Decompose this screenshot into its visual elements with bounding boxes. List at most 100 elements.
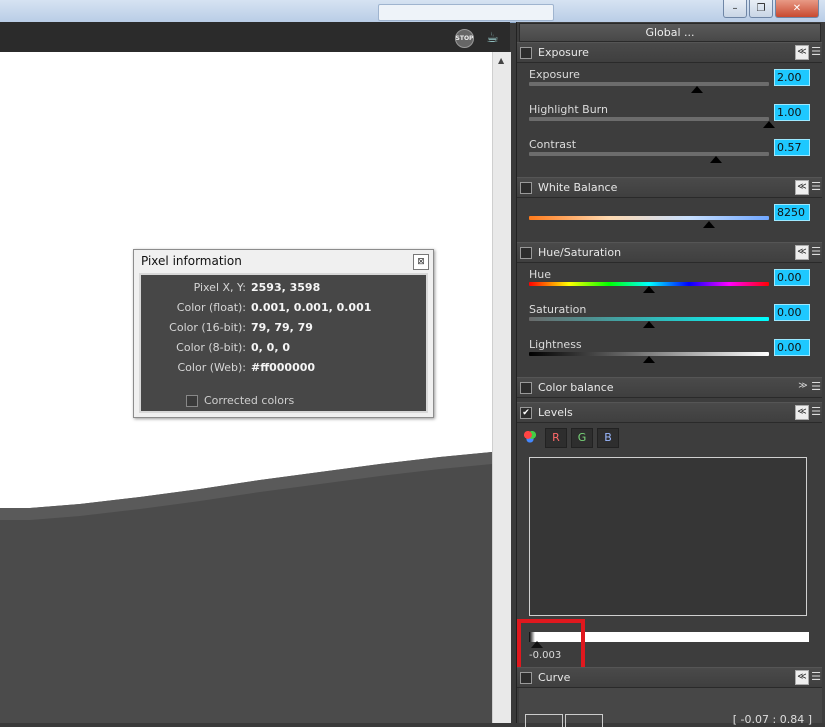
menu-icon[interactable]: ☰ — [810, 245, 822, 258]
hue-label: Hue — [529, 268, 552, 281]
scroll-up-icon[interactable]: ▲ — [498, 56, 504, 65]
pixel-label: Color (Web): — [177, 361, 247, 374]
highlight-annotation — [517, 619, 585, 674]
slider-thumb[interactable] — [691, 86, 703, 93]
hue-value-field[interactable]: 0.00 — [774, 269, 810, 286]
pixel-row: Color (Web): #ff000000 — [141, 361, 426, 377]
collapse-icon[interactable]: ≪ — [795, 670, 809, 685]
contrast-slider[interactable] — [529, 152, 769, 156]
slider-thumb[interactable] — [710, 156, 723, 163]
pixel-value: 0, 0, 0 — [251, 341, 290, 354]
section-checkbox[interactable] — [520, 247, 532, 259]
pixel-value: 0.001, 0.001, 0.001 — [251, 301, 372, 314]
collapse-icon[interactable]: ≪ — [795, 245, 809, 260]
pixel-row: Pixel X, Y: 2593, 3598 — [141, 281, 426, 297]
white-balance-slider[interactable] — [529, 216, 769, 220]
pixel-label: Pixel X, Y: — [193, 281, 246, 294]
corrected-colors-checkbox[interactable]: Corrected colors — [186, 394, 294, 407]
section-checkbox[interactable] — [520, 47, 532, 59]
section-header-levels[interactable]: ✔ Levels ≪ ☰ — [517, 402, 822, 423]
section-title: Levels — [538, 406, 573, 419]
levels-channel-row: R G B — [523, 428, 623, 448]
highlight-burn-slider[interactable] — [529, 117, 769, 121]
channel-r-button[interactable]: R — [545, 428, 567, 448]
saturation-label: Saturation — [529, 303, 587, 316]
global-button[interactable]: Global ... — [519, 23, 821, 42]
collapse-icon[interactable]: ≪ — [795, 180, 809, 195]
window-controls: – ❐ ✕ — [721, 0, 819, 18]
exposure-label: Exposure — [529, 68, 580, 81]
menu-icon[interactable]: ☰ — [810, 670, 822, 683]
menu-icon[interactable]: ☰ — [810, 380, 822, 393]
menu-icon[interactable]: ☰ — [810, 45, 822, 58]
channel-g-button[interactable]: G — [571, 428, 593, 448]
saturation-value-field[interactable]: 0.00 — [774, 304, 810, 321]
maximize-button[interactable]: ❐ — [749, 0, 773, 18]
pixel-label: Color (16-bit): — [169, 321, 246, 334]
pixel-label: Color (float): — [176, 301, 246, 314]
section-checkbox[interactable]: ✔ — [520, 407, 532, 419]
corrected-colors-label: Corrected colors — [204, 394, 295, 407]
lightness-label: Lightness — [529, 338, 582, 351]
pixel-value: 2593, 3598 — [251, 281, 321, 294]
section-title: Curve — [538, 671, 571, 684]
lightness-value-field[interactable]: 0.00 — [774, 339, 810, 356]
slider-thumb[interactable] — [703, 221, 715, 228]
highlight-burn-label: Highlight Burn — [529, 103, 608, 116]
close-icon[interactable]: ⊠ — [413, 254, 429, 270]
pixel-information-dialog: Pixel information ⊠ Pixel X, Y: 2593, 35… — [133, 249, 434, 418]
pixel-value: #ff000000 — [251, 361, 316, 374]
section-checkbox[interactable] — [520, 382, 532, 394]
section-title: Hue/Saturation — [538, 246, 622, 259]
highlight-burn-value-field[interactable]: 1.00 — [774, 104, 810, 121]
contrast-label: Contrast — [529, 138, 577, 151]
slider-thumb[interactable] — [643, 321, 655, 328]
white-balance-value-field[interactable]: 8250 — [774, 204, 810, 221]
menu-icon[interactable]: ☰ — [810, 180, 822, 193]
exposure-value-field[interactable]: 2.00 — [774, 69, 810, 86]
pixel-info-body: Pixel X, Y: 2593, 3598 Color (float): 0.… — [139, 273, 428, 413]
close-window-button[interactable]: ✕ — [775, 0, 819, 18]
section-checkbox[interactable] — [520, 672, 532, 684]
stop-icon[interactable]: STOP — [455, 29, 474, 48]
search-input[interactable] — [378, 4, 554, 21]
section-header-hue-saturation[interactable]: Hue/Saturation ≪ ☰ — [517, 242, 822, 263]
pixel-row: Color (8-bit): 0, 0, 0 — [141, 341, 426, 357]
checkbox-box[interactable] — [186, 394, 198, 407]
section-checkbox[interactable] — [520, 182, 532, 194]
exposure-slider[interactable] — [529, 82, 769, 86]
slider-thumb[interactable] — [643, 286, 655, 293]
pixel-label: Color (8-bit): — [176, 341, 246, 354]
curve-preset-button[interactable] — [565, 714, 603, 727]
section-header-exposure[interactable]: Exposure ≪ ☰ — [517, 42, 822, 63]
collapse-icon[interactable]: ≪ — [795, 45, 809, 60]
curve-range-label: [ -0.07 : 0.84 ] — [732, 713, 812, 726]
pixel-row: Color (16-bit): 79, 79, 79 — [141, 321, 426, 337]
section-header-color-balance[interactable]: Color balance ≫ ☰ — [517, 377, 822, 398]
window-titlebar: – ❐ ✕ — [0, 0, 825, 23]
pixel-row: Color (float): 0.001, 0.001, 0.001 — [141, 301, 426, 317]
viewer-toolbar: STOP ☕ — [0, 22, 510, 52]
settings-panel: Global ... Exposure ≪ ☰ Exposure 2.00 Hi… — [516, 22, 825, 727]
collapse-icon[interactable]: ≫ — [797, 380, 809, 393]
curve-preset-button[interactable] — [525, 714, 563, 727]
teapot-icon[interactable]: ☕ — [484, 29, 501, 46]
curve-editor[interactable]: [ -0.07 : 0.84 ] — [519, 688, 822, 727]
section-title: Color balance — [538, 381, 614, 394]
collapse-icon[interactable]: ≪ — [795, 405, 809, 420]
section-title: Exposure — [538, 46, 589, 59]
slider-thumb[interactable] — [643, 356, 655, 363]
section-header-white-balance[interactable]: White Balance ≪ ☰ — [517, 177, 822, 198]
viewer-scrollbar[interactable]: ▲ — [492, 52, 511, 723]
menu-icon[interactable]: ☰ — [810, 405, 822, 418]
channel-b-button[interactable]: B — [597, 428, 619, 448]
section-header-curve[interactable]: Curve ≪ ☰ — [517, 667, 822, 688]
section-title: White Balance — [538, 181, 618, 194]
rgb-channels-icon[interactable] — [523, 430, 537, 444]
pixel-value: 79, 79, 79 — [251, 321, 313, 334]
slider-thumb[interactable] — [763, 121, 775, 128]
minimize-button[interactable]: – — [723, 0, 747, 18]
dialog-title: Pixel information — [141, 254, 242, 268]
contrast-value-field[interactable]: 0.57 — [774, 139, 810, 156]
levels-histogram[interactable] — [529, 457, 807, 616]
